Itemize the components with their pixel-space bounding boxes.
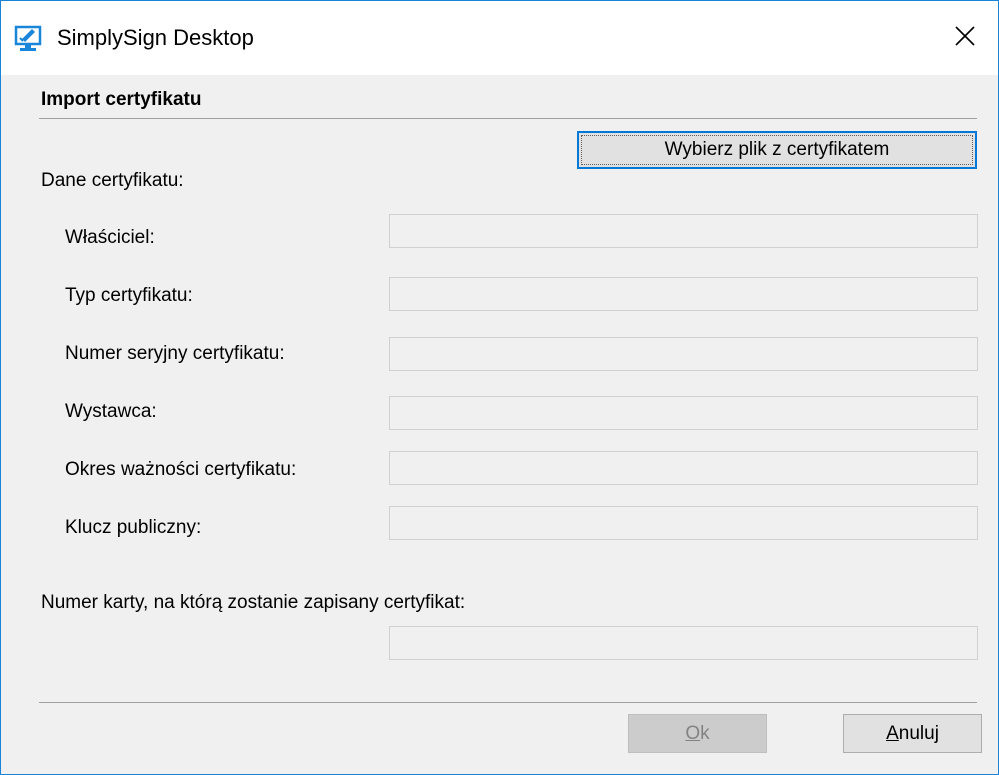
card-number-field[interactable] <box>389 626 978 660</box>
serial-number-field[interactable] <box>389 337 978 371</box>
close-icon <box>954 25 976 52</box>
public-key-label: Klucz publiczny: <box>65 517 202 538</box>
owner-label: Właściciel: <box>65 227 155 248</box>
divider-top <box>39 118 977 119</box>
validity-period-label: Okres ważności certyfikatu: <box>65 459 297 480</box>
ok-button[interactable]: Ok <box>628 714 767 753</box>
title-bar[interactable]: SimplySign Desktop <box>1 1 998 75</box>
choose-certificate-file-button[interactable]: Wybierz plik z certyfikatem <box>577 131 977 169</box>
certificate-data-heading: Dane certyfikatu: <box>41 170 184 191</box>
owner-field[interactable] <box>389 214 978 248</box>
cancel-mnemonic: A <box>886 722 899 744</box>
certificate-type-field[interactable] <box>389 277 978 311</box>
divider-bottom <box>39 702 977 703</box>
cancel-label-rest: nuluj <box>898 722 939 744</box>
dialog-window: SimplySign Desktop Import certyfikatu Wy… <box>0 0 999 775</box>
public-key-field[interactable] <box>389 506 978 540</box>
issuer-label: Wystawca: <box>65 401 157 422</box>
ok-mnemonic: O <box>685 722 701 744</box>
ok-label-rest: k <box>700 722 710 744</box>
monitor-sign-icon <box>14 23 44 53</box>
close-button[interactable] <box>932 1 998 75</box>
cancel-button[interactable]: Anuluj <box>843 714 982 753</box>
section-title: Import certyfikatu <box>41 89 202 110</box>
focus-rect <box>581 135 973 165</box>
issuer-field[interactable] <box>389 396 978 430</box>
serial-number-label: Numer seryjny certyfikatu: <box>65 343 285 364</box>
certificate-type-label: Typ certyfikatu: <box>65 285 193 306</box>
card-number-label: Numer karty, na którą zostanie zapisany … <box>41 592 466 613</box>
validity-period-field[interactable] <box>389 451 978 485</box>
window-title: SimplySign Desktop <box>57 25 254 50</box>
